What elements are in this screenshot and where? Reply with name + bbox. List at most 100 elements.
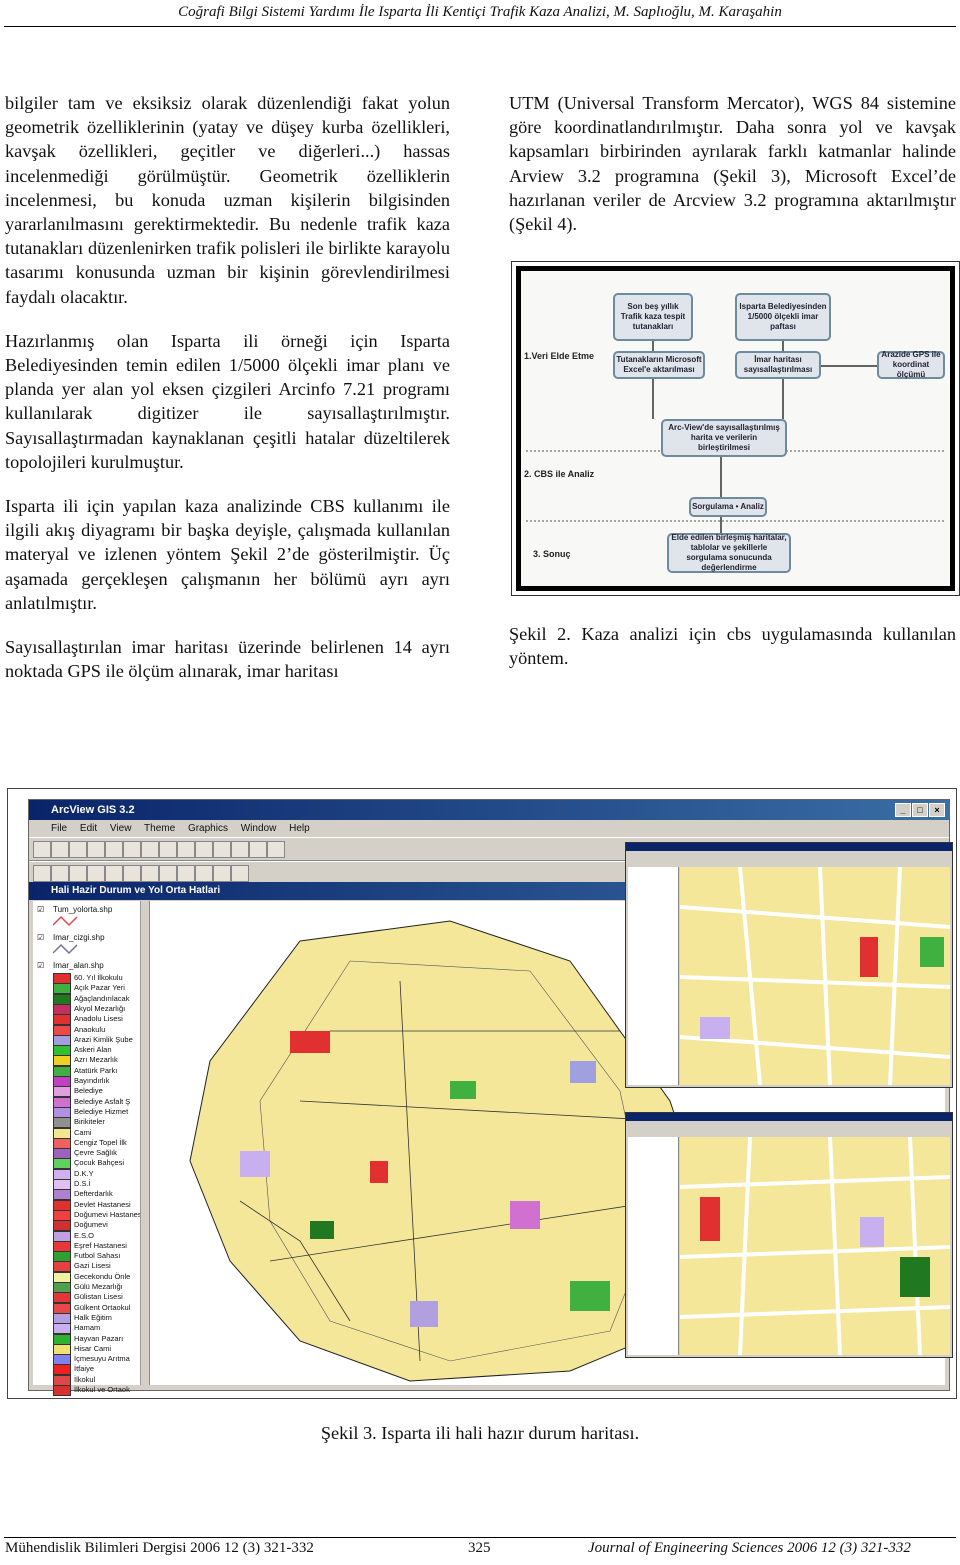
paragraph: UTM (Universal Transform Mercator), WGS … bbox=[509, 93, 956, 235]
pointer-tool[interactable] bbox=[51, 865, 69, 882]
identify-tool[interactable] bbox=[33, 865, 51, 882]
legend-entry: İtfaiye bbox=[53, 1364, 133, 1376]
legend-entry: 60. Yıl İlkokulu bbox=[53, 973, 133, 984]
box-arcview-merge: Arc-View'de sayısallaştırılmış harita ve… bbox=[661, 419, 787, 457]
zoom-in-tool[interactable] bbox=[213, 841, 231, 858]
legend-label: İtfaiye bbox=[74, 1364, 95, 1374]
legend-label: Anaokulu bbox=[74, 1024, 106, 1034]
box-map-digitizing: İmar haritası sayısallaştırılması bbox=[735, 351, 821, 379]
legend-entry: Hayvan Pazarı bbox=[53, 1333, 133, 1345]
figure-3: ArcView GIS 3.2 _ □ × File Edit View The… bbox=[7, 788, 957, 1399]
paragraph: Sayısallaştırılan imar haritası üzerinde… bbox=[5, 637, 450, 682]
right-column: UTM (Universal Transform Mercator), WGS … bbox=[509, 91, 956, 256]
legend-entry: D.K.Y bbox=[53, 1168, 133, 1180]
header-rule bbox=[4, 26, 956, 27]
legend-label: Eşref Hastanesi bbox=[74, 1240, 127, 1250]
legend-label: Akyol Mezarlığı bbox=[74, 1003, 126, 1013]
minimize-button[interactable]: _ bbox=[895, 803, 911, 817]
legend-label: Arazi Kimlik Şube bbox=[74, 1034, 133, 1044]
text-tool[interactable] bbox=[213, 865, 231, 882]
legend-entry: Hamam bbox=[53, 1323, 133, 1335]
toc-scrollbar[interactable] bbox=[140, 901, 149, 1385]
left-column: bilgiler tam ve eksiksiz olarak düzenlen… bbox=[5, 91, 450, 703]
legend-label: Gülü Mezarlığı bbox=[74, 1282, 123, 1291]
legend-label: Cengiz Topel İlk bbox=[74, 1137, 127, 1147]
save-tool[interactable] bbox=[33, 841, 51, 858]
theme-name: Tum_yolorta.shp bbox=[53, 905, 113, 914]
legend-label: İlkokul bbox=[74, 1374, 96, 1384]
legend-label: Gazi Lisesi bbox=[74, 1261, 111, 1271]
legend-label: Gecekondu Önle bbox=[74, 1271, 131, 1281]
label-tool[interactable] bbox=[195, 865, 213, 882]
zoom-active-tool[interactable] bbox=[177, 841, 195, 858]
legend-label: İçmesuyu Arıtma bbox=[74, 1354, 130, 1364]
legend-label: Atatürk Parkı bbox=[74, 1065, 118, 1075]
menu-file[interactable]: File bbox=[51, 823, 67, 834]
pan-tool[interactable] bbox=[123, 865, 141, 882]
zoom-in-map-tool[interactable] bbox=[87, 865, 105, 882]
box-query-analysis: Sorgulama • Analiz bbox=[689, 497, 767, 517]
theme-checkbox[interactable]: ☑ bbox=[37, 933, 44, 942]
area-of-interest-tool[interactable] bbox=[177, 865, 195, 882]
measure-tool[interactable] bbox=[141, 865, 159, 882]
clear-selection-tool[interactable] bbox=[267, 841, 285, 858]
zoom-selected-tool[interactable] bbox=[195, 841, 213, 858]
legend-entry: Gecekondu Önle bbox=[53, 1271, 133, 1283]
legend-label: Açık Pazar Yeri bbox=[74, 983, 125, 993]
legend-label: Ağaçlandırılacak bbox=[74, 993, 130, 1003]
inset-toolbar bbox=[626, 851, 952, 865]
menu-window[interactable]: Window bbox=[241, 823, 277, 834]
menu-edit[interactable]: Edit bbox=[80, 823, 97, 834]
legend-label: Cami bbox=[74, 1127, 92, 1137]
vertex-edit-tool[interactable] bbox=[69, 865, 87, 882]
draw-tool[interactable] bbox=[231, 865, 249, 882]
theme-checkbox[interactable]: ☑ bbox=[37, 905, 44, 914]
inset-legend bbox=[628, 1137, 679, 1355]
legend-entry: Gülkent Ortaokul bbox=[53, 1302, 133, 1314]
legend-label: E.S.O bbox=[74, 1230, 95, 1240]
legend-label: 60. Yıl İlkokulu bbox=[74, 973, 123, 982]
footer-rule bbox=[4, 1537, 956, 1538]
theme-properties-tool[interactable] bbox=[69, 841, 87, 858]
legend-entry: Akyol Mezarlığı bbox=[53, 1003, 133, 1015]
table-of-contents: ☑ Tum_yolorta.shp ☑ Imar_cizgi.shp ☑ Ima… bbox=[33, 901, 150, 1396]
table-tool[interactable] bbox=[105, 841, 123, 858]
legend-label: Belediye Hizmet bbox=[74, 1106, 129, 1116]
hotlink-tool[interactable] bbox=[159, 865, 177, 882]
menu-help[interactable]: Help bbox=[289, 823, 310, 834]
paragraph: Hazırlanmış olan Isparta ili örneği için… bbox=[5, 330, 450, 472]
legend-entry: Anaokulu bbox=[53, 1024, 133, 1036]
add-theme-tool[interactable] bbox=[51, 841, 69, 858]
menu-theme[interactable]: Theme bbox=[144, 823, 175, 834]
box-excel-transfer: Tutanakların Microsoft Excel'e aktarılma… bbox=[613, 351, 705, 379]
maximize-button[interactable]: □ bbox=[912, 803, 928, 817]
legend-entry: Futbol Sahası bbox=[53, 1251, 133, 1263]
inset-map[interactable] bbox=[679, 1136, 951, 1356]
legend-entry: Gazi Lisesi bbox=[53, 1261, 133, 1273]
close-button[interactable]: × bbox=[929, 803, 945, 817]
zoom-out-map-tool[interactable] bbox=[105, 865, 123, 882]
query-tool[interactable] bbox=[123, 841, 141, 858]
legend-entry: İlkokul bbox=[53, 1374, 133, 1386]
menu-view[interactable]: View bbox=[110, 823, 132, 834]
stage-2-label: 2. CBS ile Analiz bbox=[524, 469, 595, 479]
legend-entry: Cengiz Topel İlk bbox=[53, 1137, 133, 1149]
legend-entry: Hisar Cami bbox=[53, 1343, 133, 1355]
legend-label: Hayvan Pazarı bbox=[74, 1333, 124, 1343]
legend-label: Halk Eğitim bbox=[74, 1312, 112, 1322]
legend-entry: Anadolu Lisesi bbox=[53, 1014, 133, 1026]
legend-entry: Doğumevi bbox=[53, 1220, 133, 1232]
legend-label: Doğumevi Hastanesi bbox=[74, 1209, 144, 1219]
zoom-full-tool[interactable] bbox=[159, 841, 177, 858]
locate-tool[interactable] bbox=[141, 841, 159, 858]
inset-map[interactable] bbox=[679, 866, 951, 1086]
select-features-tool[interactable] bbox=[249, 841, 267, 858]
box-zoning-map-source: Isparta Belediyesinden 1/5000 ölçekli im… bbox=[735, 293, 831, 341]
legend-label: İlkokul ve Ortaok bbox=[74, 1385, 130, 1394]
theme-checkbox[interactable]: ☑ bbox=[37, 961, 44, 970]
figure-3-caption: Şekil 3. Isparta ili hali hazır durum ha… bbox=[320, 1423, 640, 1443]
zoom-out-tool[interactable] bbox=[231, 841, 249, 858]
menu-graphics[interactable]: Graphics bbox=[188, 823, 228, 834]
legend-editor-tool[interactable] bbox=[87, 841, 105, 858]
app-title: ArcView GIS 3.2 bbox=[51, 804, 135, 816]
